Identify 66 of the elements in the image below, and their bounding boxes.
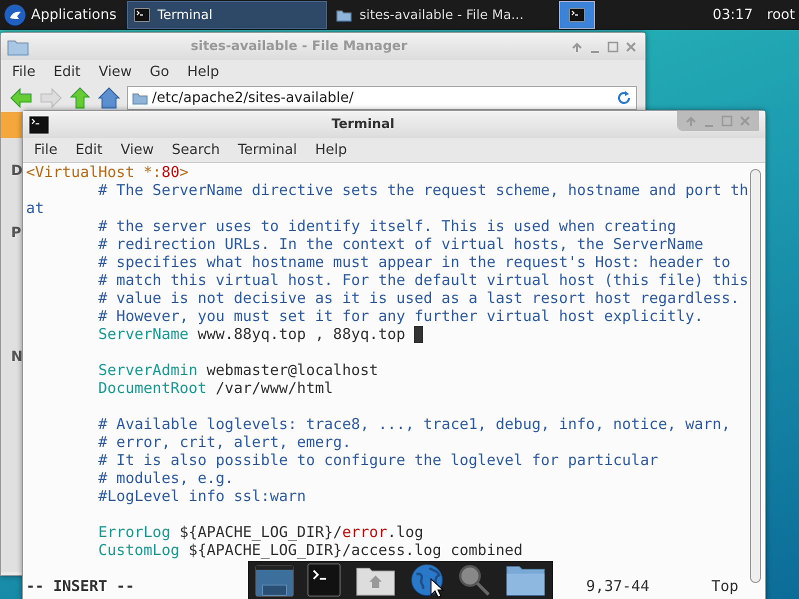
menu-item[interactable]: Edit — [66, 142, 112, 158]
menu-item[interactable]: View — [90, 64, 141, 80]
forward-arrow-icon — [39, 87, 63, 109]
code-line: # value is not decisive as it is used as a last resort host regardless. — [97, 289, 740, 307]
folder-icon — [132, 91, 148, 105]
editor-mode: -- INSERT -- — [26, 577, 134, 595]
taskbar-button[interactable]: sites-available - File Ma... — [328, 1, 529, 29]
sidebar-heading: N — [10, 349, 23, 363]
home-icon — [97, 86, 121, 110]
magnifier-icon[interactable] — [457, 563, 492, 597]
menu-item[interactable]: File — [3, 64, 44, 80]
code-line: # It is also possible to configure the loglevel for particular — [97, 451, 658, 469]
code-line: # match this virtual host. For the default virtual host (this file) this — [97, 271, 748, 289]
code-line: # modules, e.g. — [97, 469, 234, 487]
folder-icon[interactable] — [505, 563, 546, 597]
sidebar-heading: D — [10, 163, 23, 177]
sidebar-heading: P — [10, 225, 22, 239]
user-name[interactable]: root — [762, 7, 799, 23]
code-line: ErrorLog ${APACHE_LOG_DIR}/error.log — [97, 523, 424, 541]
menu-item[interactable]: Help — [178, 64, 228, 80]
back-arrow-icon — [9, 87, 33, 109]
up-arrow-icon — [69, 86, 91, 110]
code-line: at — [26, 199, 44, 217]
minimize-icon — [591, 50, 599, 52]
menu-item[interactable]: View — [112, 142, 163, 158]
terminal-icon — [134, 8, 150, 22]
clock: 03:17 — [712, 7, 754, 23]
cursor-position: 9,37-44 — [586, 577, 650, 595]
folder-icon — [7, 38, 29, 56]
code-line: # error, crit, alert, emerg. — [97, 433, 352, 451]
code-line: ServerName www.88yq.top , 88yq.top — [97, 325, 406, 343]
mouse-pointer-icon — [430, 578, 444, 598]
code-line: ServerAdmin webmaster@localhost — [97, 361, 378, 379]
code-line: DocumentRoot /var/www/html — [97, 379, 334, 397]
code-line: CustomLog ${APACHE_LOG_DIR}/access.log combined — [97, 541, 523, 559]
taskbar-button[interactable]: Terminal — [126, 1, 327, 29]
menu-item[interactable]: Terminal — [228, 142, 306, 158]
code-line: # specifies what hostname must appear in the request's Host: header to — [97, 253, 730, 271]
menu-item[interactable]: File — [25, 142, 66, 158]
code-line: # the server uses to identify itself. This is used when creating — [97, 217, 676, 235]
mouse-logo-icon — [4, 4, 26, 26]
scroll-position: Top — [711, 577, 738, 595]
terminal-icon — [29, 116, 49, 134]
code-line: # However, you must set it for any further virtual host explicitly. — [97, 307, 704, 325]
menu-item[interactable]: Go — [140, 64, 178, 80]
code-line: <VirtualHost *:80> — [26, 163, 189, 181]
menu-item[interactable]: Help — [306, 142, 356, 158]
terminal-icon[interactable] — [307, 563, 342, 597]
code-line: #LogLevel info ssl:warn — [97, 487, 306, 505]
scrollbar-thumb[interactable] — [750, 169, 762, 583]
terminal-icon — [568, 8, 585, 22]
code-line: # The ServerName directive sets the request scheme, hostname and port th — [97, 181, 748, 199]
location-field[interactable]: /etc/apache2/sites-available/ — [127, 86, 637, 110]
code-line: # redirection URLs. In the context of virtual hosts, the ServerName — [97, 235, 704, 253]
workspace-switcher[interactable] — [558, 1, 595, 29]
reload-icon — [616, 90, 632, 106]
code-line: # Available loglevels: trace8, ..., trace1, debug, info, notice, warn, — [97, 415, 730, 433]
applications-menu[interactable]: Applications — [0, 0, 125, 30]
folder-icon — [336, 8, 352, 22]
desktop-icon[interactable] — [254, 563, 294, 597]
window-title: sites-available - File Manager — [190, 39, 408, 54]
window-title: Terminal — [330, 117, 396, 132]
menu-item[interactable]: Edit — [44, 64, 90, 80]
menu-item[interactable]: Search — [162, 142, 229, 158]
maximize-icon — [719, 113, 735, 129]
minimize-icon — [705, 125, 713, 127]
